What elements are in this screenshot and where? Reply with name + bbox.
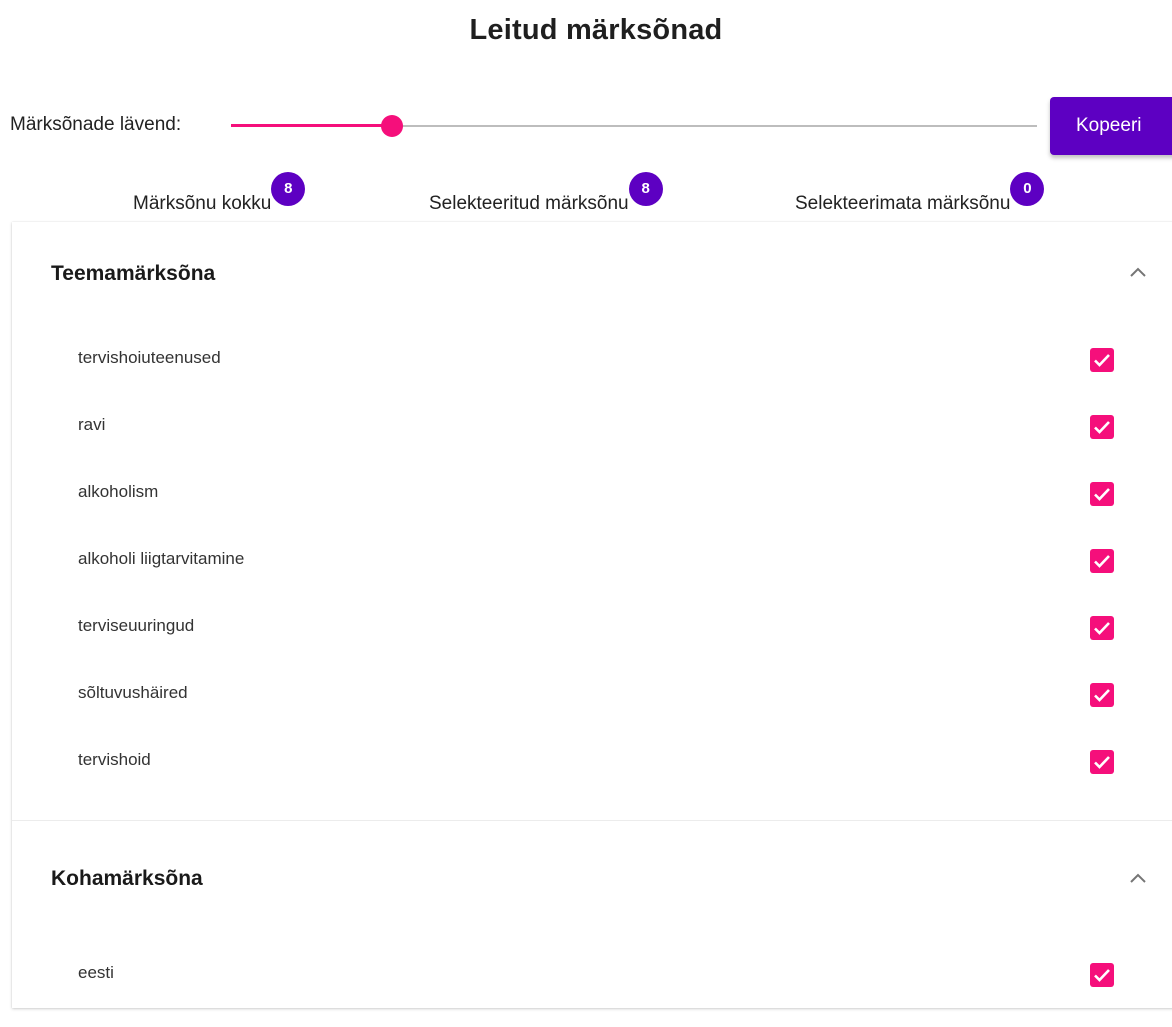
keyword-checkbox[interactable] — [1090, 750, 1114, 774]
keyword-label: tervishoid — [78, 750, 151, 769]
keyword-checkbox[interactable] — [1090, 482, 1114, 506]
check-icon — [1094, 555, 1110, 568]
list-item: eesti — [12, 941, 1172, 1008]
list-item: alkoholi liigtarvitamine — [12, 527, 1172, 594]
page: Leitud märksõnad Märksõnade lävend: Kope… — [0, 0, 1172, 1027]
stat-total-label: Märksõnu kokku — [133, 193, 272, 214]
chevron-up-icon[interactable] — [1129, 871, 1147, 885]
section-place-keywords: Kohamärksõna eesti — [12, 820, 1172, 1008]
stat-selected-label: Selekteeritud märksõnu — [429, 193, 629, 214]
keyword-label: alkoholism — [78, 482, 159, 501]
copy-button[interactable]: Kopeeri — [1050, 97, 1172, 155]
section-header-place[interactable]: Kohamärksõna — [12, 821, 1172, 941]
list-item: sõltuvushäired — [12, 661, 1172, 728]
keyword-checkbox[interactable] — [1090, 963, 1114, 987]
check-icon — [1094, 421, 1110, 434]
section-theme-keywords: Teemamärksõna tervishoiuteenused ravi al… — [12, 222, 1172, 820]
section-title: Teemamärksõna — [51, 262, 216, 285]
stat-total-badge: 8 — [271, 172, 306, 206]
keyword-label: sõltuvushäired — [78, 683, 188, 702]
place-keyword-list: eesti — [12, 941, 1172, 1008]
stat-unselected-badge: 0 — [1010, 172, 1045, 206]
section-header-theme[interactable]: Teemamärksõna — [12, 222, 1172, 326]
keyword-checkbox[interactable] — [1090, 415, 1114, 439]
theme-keyword-list: tervishoiuteenused ravi alkoholism alkoh… — [12, 326, 1172, 820]
keywords-panel: Teemamärksõna tervishoiuteenused ravi al… — [12, 222, 1172, 1008]
keyword-label: ravi — [78, 415, 106, 434]
check-icon — [1094, 488, 1110, 501]
keyword-checkbox[interactable] — [1090, 616, 1114, 640]
threshold-label: Märksõnade lävend: — [10, 114, 182, 135]
slider-fill — [231, 124, 393, 127]
stat-selected-badge: 8 — [628, 172, 663, 206]
section-title: Kohamärksõna — [51, 867, 203, 890]
check-icon — [1094, 756, 1110, 769]
list-item: alkoholism — [12, 460, 1172, 527]
slider-thumb[interactable] — [381, 115, 404, 137]
keyword-label: eesti — [78, 963, 114, 982]
check-icon — [1094, 689, 1110, 702]
stat-unselected-label: Selekteerimata märksõnu — [795, 193, 1011, 214]
keyword-label: terviseuuringud — [78, 616, 195, 635]
chevron-up-icon[interactable] — [1129, 265, 1147, 279]
check-icon — [1094, 354, 1110, 367]
list-item: terviseuuringud — [12, 594, 1172, 661]
check-icon — [1094, 622, 1110, 635]
check-icon — [1094, 969, 1110, 982]
list-item: ravi — [12, 393, 1172, 460]
keyword-checkbox[interactable] — [1090, 549, 1114, 573]
keyword-label: alkoholi liigtarvitamine — [78, 549, 245, 568]
stat-total: Märksõnu kokku 8 — [133, 172, 306, 215]
stat-unselected: Selekteerimata märksõnu 0 — [795, 172, 1045, 215]
threshold-slider[interactable] — [231, 112, 1037, 140]
page-title: Leitud märksõnad — [469, 14, 723, 46]
keyword-checkbox[interactable] — [1090, 683, 1114, 707]
stat-selected: Selekteeritud märksõnu 8 — [429, 172, 663, 215]
list-item: tervishoid — [12, 728, 1172, 795]
keyword-checkbox[interactable] — [1090, 348, 1114, 372]
list-item: tervishoiuteenused — [12, 326, 1172, 393]
keyword-label: tervishoiuteenused — [78, 348, 221, 367]
